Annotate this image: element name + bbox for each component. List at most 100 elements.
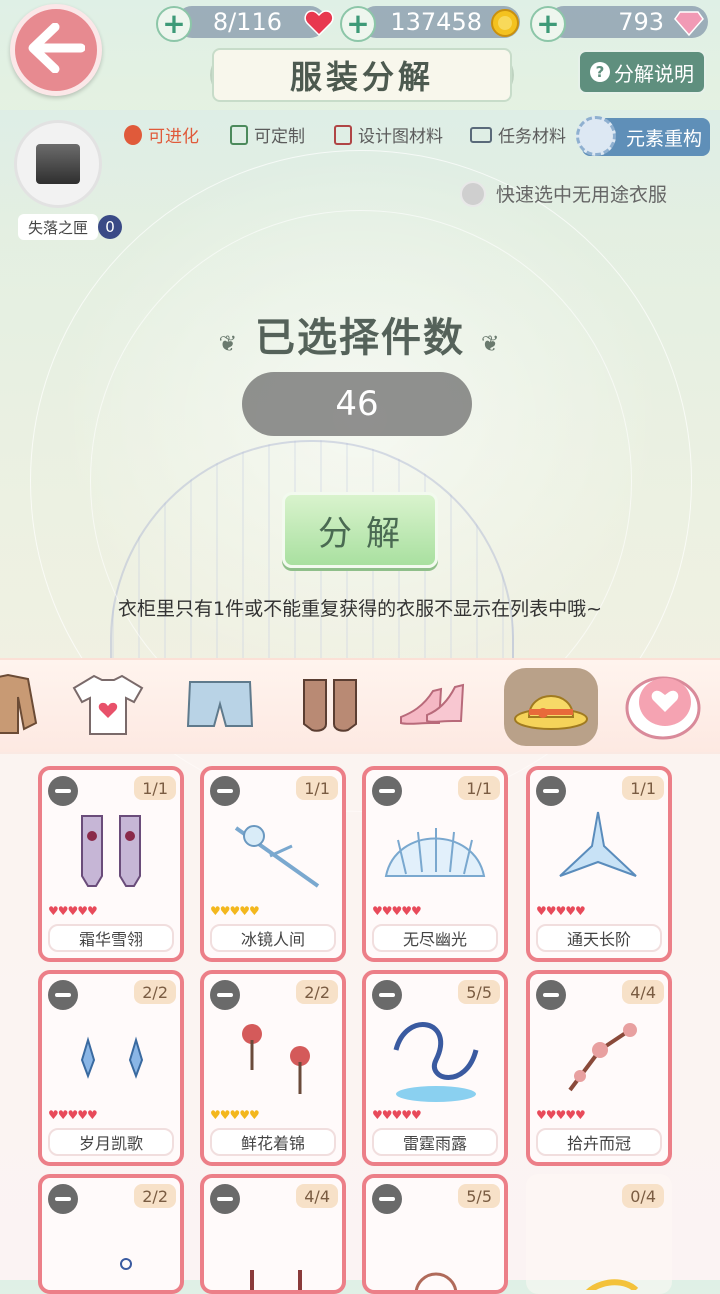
page-title: 服装分解 [212,48,512,102]
category-hats[interactable] [504,668,598,746]
add-gold-button[interactable]: + [340,6,376,42]
question-icon: ? [590,62,610,82]
item-count: 2/2 [134,980,176,1004]
rarity-stars: ♥♥♥♥♥ [48,1108,98,1122]
selected-count-title: ❦ 已选择件数 ❦ [0,305,720,363]
clothing-card[interactable]: 2/2 [38,1174,184,1294]
minus-icon[interactable] [372,1184,402,1214]
minus-icon[interactable] [48,980,78,1010]
arrow-left-icon [27,22,86,77]
filter-design-material[interactable]: 设计图材料 [334,122,443,147]
gear-icon [576,116,616,156]
lost-box-count: 0 [98,215,122,239]
item-count: 1/1 [134,776,176,800]
item-name: 无尽幽光 [372,924,498,952]
ornate-crown-item-icon [376,1214,494,1290]
gloves-item-icon [52,806,170,902]
item-name: 霜华雪翎 [48,924,174,952]
tshirt-icon [72,672,144,740]
category-makeup[interactable] [618,668,708,744]
gold-coin-icon [488,6,522,40]
minus-icon[interactable] [372,776,402,806]
heart-icon [302,6,336,40]
clothing-card[interactable]: 5/5 [362,1174,508,1294]
minus-icon[interactable] [372,980,402,1010]
category-bottoms[interactable] [182,668,258,744]
filter-evolvable[interactable]: 可进化 [124,122,199,147]
minus-icon[interactable] [210,776,240,806]
decompose-button[interactable]: 分解 [282,492,438,568]
stamina-value: 8/116 [212,8,282,36]
clothing-card[interactable]: 0/4 [526,1174,672,1294]
add-diamond-button[interactable]: + [530,6,566,42]
item-name: 岁月凯歌 [48,1128,174,1156]
ring-item-icon [52,1214,170,1290]
rarity-stars: ♥♥♥♥♥ [372,904,422,918]
hairpin-item-icon [214,806,332,902]
item-name: 冰镜人间 [210,924,336,952]
clothing-card[interactable]: 2/2 ♥♥♥♥♥ 鲜花着锦 [200,970,346,1166]
element-rebuild-button[interactable]: 元素重构 [576,116,710,156]
help-button[interactable]: ? 分解说明 [578,50,706,94]
category-shoes[interactable] [396,668,472,744]
item-count: 2/2 [134,1184,176,1208]
element-rebuild-label: 元素重构 [625,127,702,150]
filter-task-material-label: 任务材料 [498,127,566,147]
selected-count-title-text: 已选择件数 [255,315,465,361]
item-name: 鲜花着锦 [210,1128,336,1156]
item-count: 4/4 [622,980,664,1004]
item-count: 1/1 [458,776,500,800]
gold-value: 137458 [390,8,482,36]
minus-icon[interactable] [536,776,566,806]
filter-task-material[interactable]: 任务材料 [470,122,566,147]
rarity-stars: ♥♥♥♥♥ [372,1108,422,1122]
headband-item-icon [540,1214,658,1290]
earrings-item-icon [52,1010,170,1106]
quick-select-label: 快速选中无用途衣服 [496,184,668,206]
storm-ribbon-item-icon [376,1010,494,1106]
item-name: 通天长阶 [536,924,662,952]
category-tops[interactable] [70,668,146,744]
clothing-card[interactable]: 4/4 ♥♥♥♥♥ 拾卉而冠 [526,970,672,1166]
filter-customizable[interactable]: 可定制 [230,122,305,147]
item-count: 1/1 [296,776,338,800]
lost-box-label: 失落之匣 [18,214,98,240]
rarity-stars: ♥♥♥♥♥ [210,1108,260,1122]
clothing-card[interactable]: 1/1 ♥♥♥♥♥ 冰镜人间 [200,766,346,962]
dress-form-icon [334,124,352,145]
rarity-stars: ♥♥♥♥♥ [210,904,260,918]
clothing-card[interactable]: 2/2 ♥♥♥♥♥ 岁月凯歌 [38,970,184,1166]
filter-evolvable-label: 可进化 [148,127,199,147]
clothing-card[interactable]: 5/5 ♥♥♥♥♥ 雷霆雨露 [362,970,508,1166]
back-button[interactable] [10,4,102,96]
item-count: 5/5 [458,980,500,1004]
help-button-label: 分解说明 [614,61,694,86]
category-socks[interactable] [292,668,368,744]
scroll-icon [470,126,492,143]
quick-select-toggle[interactable]: 快速选中无用途衣服 [460,180,667,207]
bottle-icon [230,124,248,145]
item-count: 4/4 [296,1184,338,1208]
ice-crown-item-icon [540,806,658,902]
minus-icon[interactable] [48,776,78,806]
page-title-text: 服装分解 [289,58,434,96]
diamond-icon [672,6,706,40]
clothing-card[interactable]: 1/1 ♥♥♥♥♥ 霜华雪翎 [38,766,184,962]
category-coat[interactable] [0,668,46,744]
floral-crown-item-icon [540,1010,658,1106]
clothing-card[interactable]: 1/1 ♥♥♥♥♥ 无尽幽光 [362,766,508,962]
minus-icon[interactable] [536,980,566,1010]
rarity-stars: ♥♥♥♥♥ [536,904,586,918]
minus-icon[interactable] [48,1184,78,1214]
minus-icon[interactable] [210,980,240,1010]
item-name: 拾卉而冠 [536,1128,662,1156]
minus-icon[interactable] [210,1184,240,1214]
notice-text: 衣柜里只有1件或不能重复获得的衣服不显示在列表中哦~ [117,598,602,620]
yarn-icon [124,124,142,145]
diamond-value: 793 [618,8,664,36]
item-count: 1/1 [622,776,664,800]
clothing-card[interactable]: 4/4 [200,1174,346,1294]
add-stamina-button[interactable]: + [156,6,192,42]
clothing-card[interactable]: 1/1 ♥♥♥♥♥ 通天长阶 [526,766,672,962]
lost-box-button[interactable] [14,120,102,208]
